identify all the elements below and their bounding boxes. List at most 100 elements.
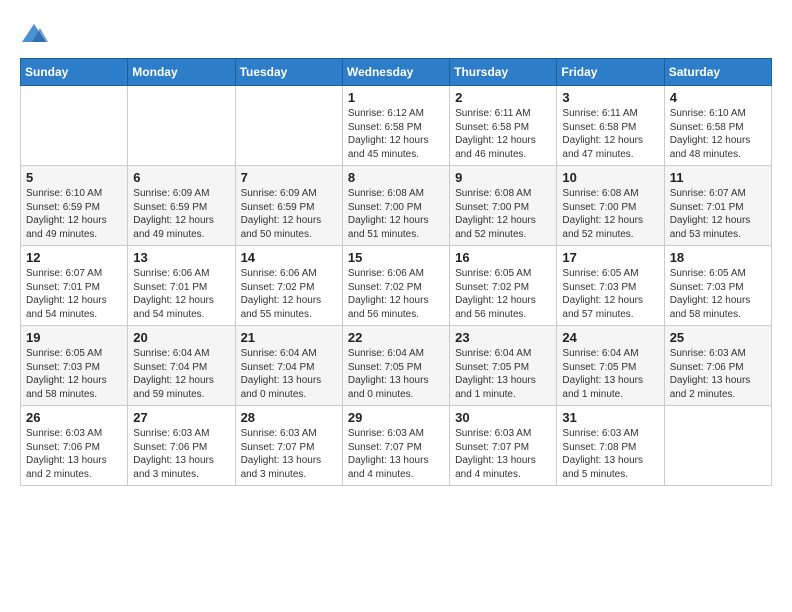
page-header [20,20,772,48]
day-number: 29 [348,410,444,425]
day-info: Sunrise: 6:10 AM Sunset: 6:59 PM Dayligh… [26,187,122,241]
day-number: 19 [26,330,122,345]
day-number: 20 [133,330,229,345]
day-info: Sunrise: 6:09 AM Sunset: 6:59 PM Dayligh… [133,187,229,241]
calendar-cell: 22Sunrise: 6:04 AM Sunset: 7:05 PM Dayli… [342,326,449,406]
calendar-cell: 21 Sunrise: 6:04 AM Sunset: 7:04 PM Dayli… [235,326,342,406]
day-number: 12 [26,250,122,265]
day-info: Sunrise: 6:10 AM Sunset: 6:58 PM Dayligh… [670,107,766,161]
day-number: 30 [455,410,551,425]
day-number: 4 [670,90,766,105]
day-info: Sunrise: 6:05 AM Sunset: 7:02 PM Dayligh… [455,267,551,321]
calendar-cell: 15 Sunrise: 6:06 AM Sunset: 7:02 PM Dayli… [342,246,449,326]
weekday-header: Monday [128,59,235,86]
day-number: 3 [562,90,658,105]
day-number: 2 [455,90,551,105]
calendar-cell: 23 Sunrise: 6:04 AM Sunset: 7:05 PM Dayli… [450,326,557,406]
day-info: Sunrise: 6:09 AM Sunset: 6:59 PM Dayligh… [241,187,337,241]
calendar-body: 1Sunrise: 6:12 AM Sunset: 6:58 PM Daylig… [21,86,772,486]
day-info: Sunrise: 6:08 AM Sunset: 7:00 PM Dayligh… [348,187,444,241]
day-number: 9 [455,170,551,185]
day-number: 23 [455,330,551,345]
calendar-cell: 9 Sunrise: 6:08 AM Sunset: 7:00 PM Daylig… [450,166,557,246]
day-number: 15 [348,250,444,265]
day-info: Sunrise: 6:04 AM Sunset: 7:05 PM Dayligh… [562,347,658,401]
day-number: 28 [241,410,337,425]
day-info: Sunrise: 6:06 AM Sunset: 7:02 PM Dayligh… [241,267,337,321]
weekday-header: Sunday [21,59,128,86]
calendar-cell: 19Sunrise: 6:05 AM Sunset: 7:03 PM Dayli… [21,326,128,406]
day-info: Sunrise: 6:03 AM Sunset: 7:06 PM Dayligh… [133,427,229,481]
day-number: 26 [26,410,122,425]
logo [20,20,52,48]
calendar-cell: 4 Sunrise: 6:10 AM Sunset: 6:58 PM Daylig… [664,86,771,166]
calendar-cell: 14Sunrise: 6:06 AM Sunset: 7:02 PM Dayli… [235,246,342,326]
day-number: 25 [670,330,766,345]
day-info: Sunrise: 6:05 AM Sunset: 7:03 PM Dayligh… [670,267,766,321]
logo-icon [20,20,48,48]
day-info: Sunrise: 6:11 AM Sunset: 6:58 PM Dayligh… [455,107,551,161]
calendar-cell: 28 Sunrise: 6:03 AM Sunset: 7:07 PM Dayli… [235,406,342,486]
day-info: Sunrise: 6:03 AM Sunset: 7:07 PM Dayligh… [241,427,337,481]
day-number: 24 [562,330,658,345]
day-info: Sunrise: 6:06 AM Sunset: 7:01 PM Dayligh… [133,267,229,321]
calendar-cell: 1Sunrise: 6:12 AM Sunset: 6:58 PM Daylig… [342,86,449,166]
calendar-cell [664,406,771,486]
day-info: Sunrise: 6:08 AM Sunset: 7:00 PM Dayligh… [455,187,551,241]
day-number: 6 [133,170,229,185]
calendar-cell: 20 Sunrise: 6:04 AM Sunset: 7:04 PM Dayli… [128,326,235,406]
day-number: 17 [562,250,658,265]
calendar-cell: 18 Sunrise: 6:05 AM Sunset: 7:03 PM Dayli… [664,246,771,326]
calendar-cell: 2 Sunrise: 6:11 AM Sunset: 6:58 PM Daylig… [450,86,557,166]
day-info: Sunrise: 6:03 AM Sunset: 7:08 PM Dayligh… [562,427,658,481]
day-number: 31 [562,410,658,425]
calendar-header-row: SundayMondayTuesdayWednesdayThursdayFrid… [21,59,772,86]
weekday-header: Wednesday [342,59,449,86]
calendar-cell: 11 Sunrise: 6:07 AM Sunset: 7:01 PM Dayli… [664,166,771,246]
calendar-cell [235,86,342,166]
day-number: 8 [348,170,444,185]
day-info: Sunrise: 6:06 AM Sunset: 7:02 PM Dayligh… [348,267,444,321]
calendar-table: SundayMondayTuesdayWednesdayThursdayFrid… [20,58,772,486]
day-info: Sunrise: 6:04 AM Sunset: 7:04 PM Dayligh… [133,347,229,401]
calendar-cell: 8 Sunrise: 6:08 AM Sunset: 7:00 PM Daylig… [342,166,449,246]
calendar-cell: 17 Sunrise: 6:05 AM Sunset: 7:03 PM Dayli… [557,246,664,326]
calendar-week-row: 1Sunrise: 6:12 AM Sunset: 6:58 PM Daylig… [21,86,772,166]
calendar-cell [21,86,128,166]
calendar-cell: 7 Sunrise: 6:09 AM Sunset: 6:59 PM Daylig… [235,166,342,246]
weekday-header: Tuesday [235,59,342,86]
calendar-cell: 26 Sunrise: 6:03 AM Sunset: 7:06 PM Dayli… [21,406,128,486]
day-info: Sunrise: 6:11 AM Sunset: 6:58 PM Dayligh… [562,107,658,161]
calendar-cell: 29 Sunrise: 6:03 AM Sunset: 7:07 PM Dayli… [342,406,449,486]
day-number: 21 [241,330,337,345]
day-info: Sunrise: 6:05 AM Sunset: 7:03 PM Dayligh… [562,267,658,321]
calendar-week-row: 12Sunrise: 6:07 AM Sunset: 7:01 PM Dayli… [21,246,772,326]
calendar-cell: 6 Sunrise: 6:09 AM Sunset: 6:59 PM Daylig… [128,166,235,246]
calendar-cell: 30 Sunrise: 6:03 AM Sunset: 7:07 PM Dayli… [450,406,557,486]
weekday-header: Friday [557,59,664,86]
calendar-week-row: 19Sunrise: 6:05 AM Sunset: 7:03 PM Dayli… [21,326,772,406]
day-number: 27 [133,410,229,425]
calendar-cell: 5Sunrise: 6:10 AM Sunset: 6:59 PM Daylig… [21,166,128,246]
day-info: Sunrise: 6:03 AM Sunset: 7:07 PM Dayligh… [455,427,551,481]
day-info: Sunrise: 6:07 AM Sunset: 7:01 PM Dayligh… [670,187,766,241]
day-number: 11 [670,170,766,185]
calendar-cell: 13Sunrise: 6:06 AM Sunset: 7:01 PM Dayli… [128,246,235,326]
day-info: Sunrise: 6:08 AM Sunset: 7:00 PM Dayligh… [562,187,658,241]
day-info: Sunrise: 6:03 AM Sunset: 7:07 PM Dayligh… [348,427,444,481]
day-info: Sunrise: 6:12 AM Sunset: 6:58 PM Dayligh… [348,107,444,161]
calendar-cell: 25Sunrise: 6:03 AM Sunset: 7:06 PM Dayli… [664,326,771,406]
day-info: Sunrise: 6:04 AM Sunset: 7:04 PM Dayligh… [241,347,337,401]
day-number: 18 [670,250,766,265]
calendar-cell: 16 Sunrise: 6:05 AM Sunset: 7:02 PM Dayli… [450,246,557,326]
calendar-cell: 10Sunrise: 6:08 AM Sunset: 7:00 PM Dayli… [557,166,664,246]
day-info: Sunrise: 6:03 AM Sunset: 7:06 PM Dayligh… [26,427,122,481]
day-info: Sunrise: 6:04 AM Sunset: 7:05 PM Dayligh… [455,347,551,401]
weekday-header: Thursday [450,59,557,86]
day-number: 22 [348,330,444,345]
day-number: 7 [241,170,337,185]
weekday-header: Saturday [664,59,771,86]
calendar-cell: 12Sunrise: 6:07 AM Sunset: 7:01 PM Dayli… [21,246,128,326]
day-number: 16 [455,250,551,265]
calendar-cell [128,86,235,166]
